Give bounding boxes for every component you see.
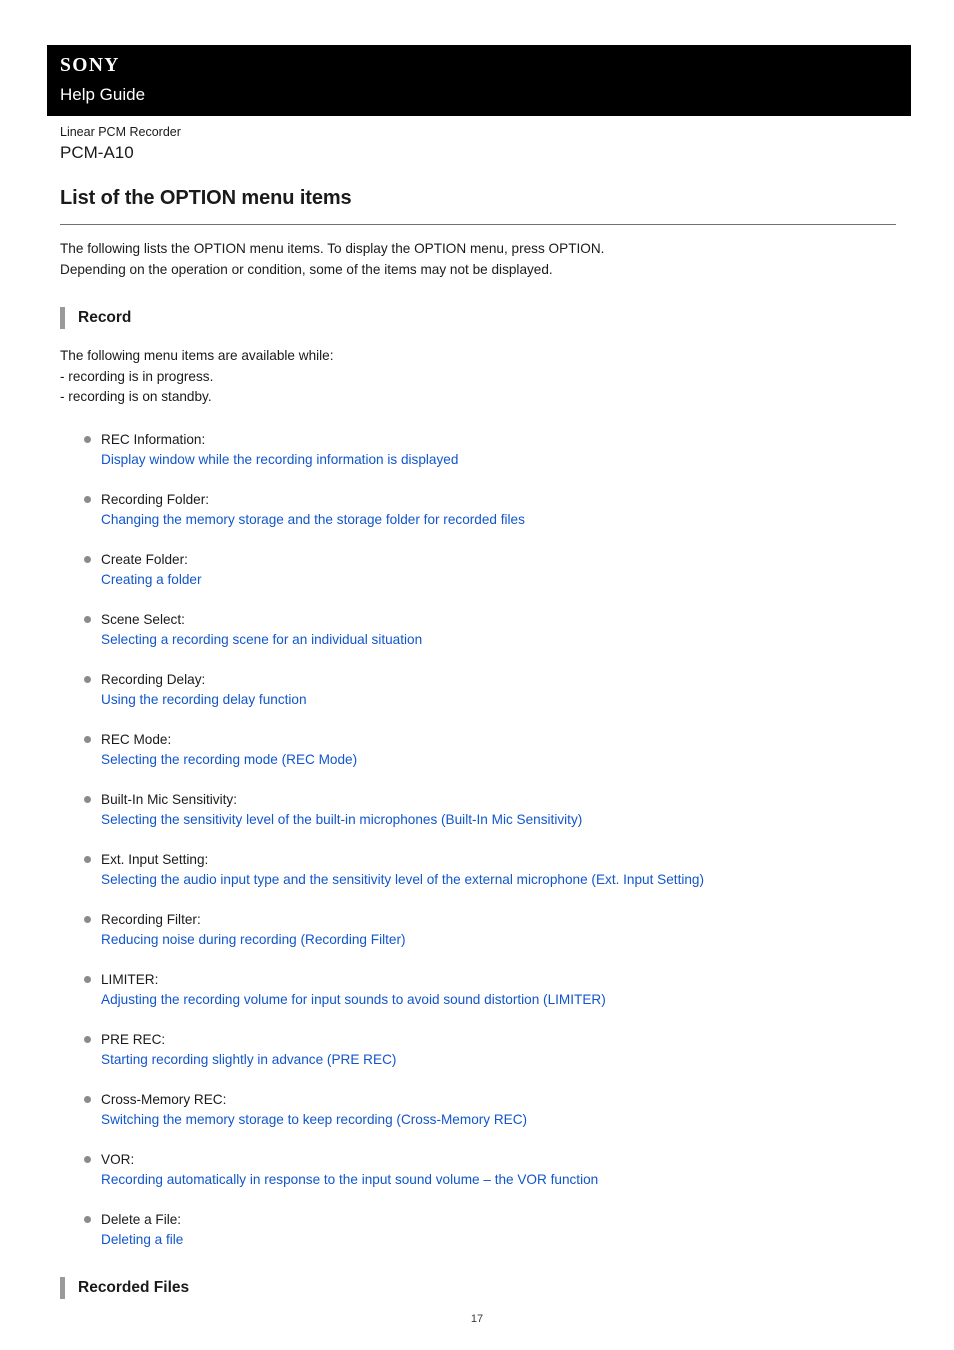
option-item-link[interactable]: Creating a folder (101, 570, 896, 590)
option-item-link[interactable]: Selecting the audio input type and the s… (101, 870, 896, 890)
help-guide-page: SONY Help Guide Linear PCM Recorder PCM-… (0, 0, 954, 1350)
product-model: PCM-A10 (60, 143, 134, 162)
option-item-label: Create Folder: (101, 551, 188, 567)
bullet-icon (84, 1215, 91, 1223)
option-item-label: Built-In Mic Sensitivity: (101, 791, 237, 807)
option-item-label: Scene Select: (101, 611, 185, 627)
option-item-label: PRE REC: (101, 1031, 166, 1047)
section-heading-recorded-files: Recorded Files (60, 1276, 896, 1299)
option-item-link[interactable]: Recording automatically in response to t… (101, 1170, 896, 1190)
option-item-link[interactable]: Selecting the sensitivity level of the b… (101, 810, 896, 830)
option-item-label: Ext. Input Setting: (101, 851, 209, 867)
bullet-icon (84, 1095, 91, 1103)
bullet-icon (84, 615, 91, 623)
product-category: Linear PCM Recorder (60, 125, 181, 139)
option-item: REC Information: Display window while th… (84, 430, 896, 470)
bullet-icon (84, 555, 91, 563)
availability-line-1: The following menu items are available w… (60, 348, 334, 363)
bullet-icon (84, 975, 91, 983)
option-item-link[interactable]: Adjusting the recording volume for input… (101, 990, 896, 1010)
option-item-link[interactable]: Switching the memory storage to keep rec… (101, 1110, 896, 1130)
intro-paragraph: The following lists the OPTION menu item… (60, 239, 896, 280)
bullet-icon (84, 675, 91, 683)
option-item-link[interactable]: Changing the memory storage and the stor… (101, 510, 896, 530)
option-item-label: VOR: (101, 1151, 135, 1167)
bullet-icon (84, 855, 91, 863)
bullet-icon (84, 1155, 91, 1163)
option-item-link[interactable]: Selecting a recording scene for an indiv… (101, 630, 896, 650)
main-content: List of the OPTION menu items The follow… (60, 185, 896, 1299)
option-item: LIMITER: Adjusting the recording volume … (84, 970, 896, 1010)
help-guide-title: Help Guide (60, 85, 146, 104)
option-item: Recording Delay: Using the recording del… (84, 670, 896, 710)
bullet-icon (84, 435, 91, 443)
section-heading-record: Record (60, 307, 896, 329)
option-item-link[interactable]: Reducing noise during recording (Recordi… (101, 930, 896, 950)
bullet-icon (84, 1035, 91, 1043)
option-items-list: REC Information: Display window while th… (60, 430, 896, 1250)
option-item-label: REC Mode: (101, 731, 172, 747)
masthead: SONY Help Guide (47, 45, 911, 116)
option-item-link[interactable]: Selecting the recording mode (REC Mode) (101, 750, 896, 770)
option-item-label: Delete a File: (101, 1211, 182, 1227)
bullet-icon (84, 795, 91, 803)
option-item: Delete a File: Deleting a file (84, 1210, 896, 1250)
intro-line-2: Depending on the operation or condition,… (60, 261, 553, 277)
bullet-icon (84, 915, 91, 923)
availability-line-2: - recording is in progress. (60, 368, 214, 384)
option-item-label: Recording Filter: (101, 911, 201, 927)
option-item-label: REC Information: (101, 431, 206, 447)
option-item-link[interactable]: Using the recording delay function (101, 690, 896, 710)
option-item: Recording Folder: Changing the memory st… (84, 490, 896, 530)
sony-logo: SONY (60, 55, 120, 76)
page-title: List of the OPTION menu items (60, 187, 352, 209)
bullet-icon (84, 735, 91, 743)
intro-line-1: The following lists the OPTION menu item… (60, 241, 605, 256)
option-item: PRE REC: Starting recording slightly in … (84, 1030, 896, 1070)
option-item: REC Mode: Selecting the recording mode (… (84, 730, 896, 770)
option-item-label: LIMITER: (101, 971, 159, 987)
option-item: Ext. Input Setting: Selecting the audio … (84, 850, 896, 890)
option-item: Built-In Mic Sensitivity: Selecting the … (84, 790, 896, 830)
availability-line-3: - recording is on standby. (60, 389, 212, 404)
page-number: 17 (470, 1313, 484, 1325)
option-item: Cross-Memory REC: Switching the memory s… (84, 1090, 896, 1130)
title-divider (60, 224, 896, 225)
option-item: Create Folder: Creating a folder (84, 550, 896, 590)
option-item-label: Recording Delay: (101, 671, 206, 687)
option-item-link[interactable]: Deleting a file (101, 1230, 896, 1250)
option-item: VOR: Recording automatically in response… (84, 1150, 896, 1190)
option-item-label: Cross-Memory REC: (101, 1091, 227, 1107)
option-item: Recording Filter: Reducing noise during … (84, 910, 896, 950)
record-availability-note: The following menu items are available w… (60, 346, 896, 408)
bullet-icon (84, 495, 91, 503)
option-item-link[interactable]: Starting recording slightly in advance (… (101, 1050, 896, 1070)
option-item-link[interactable]: Display window while the recording infor… (101, 450, 896, 470)
option-item: Scene Select: Selecting a recording scen… (84, 610, 896, 650)
product-identification: Linear PCM Recorder PCM-A10 (60, 124, 660, 164)
option-item-label: Recording Folder: (101, 491, 210, 507)
